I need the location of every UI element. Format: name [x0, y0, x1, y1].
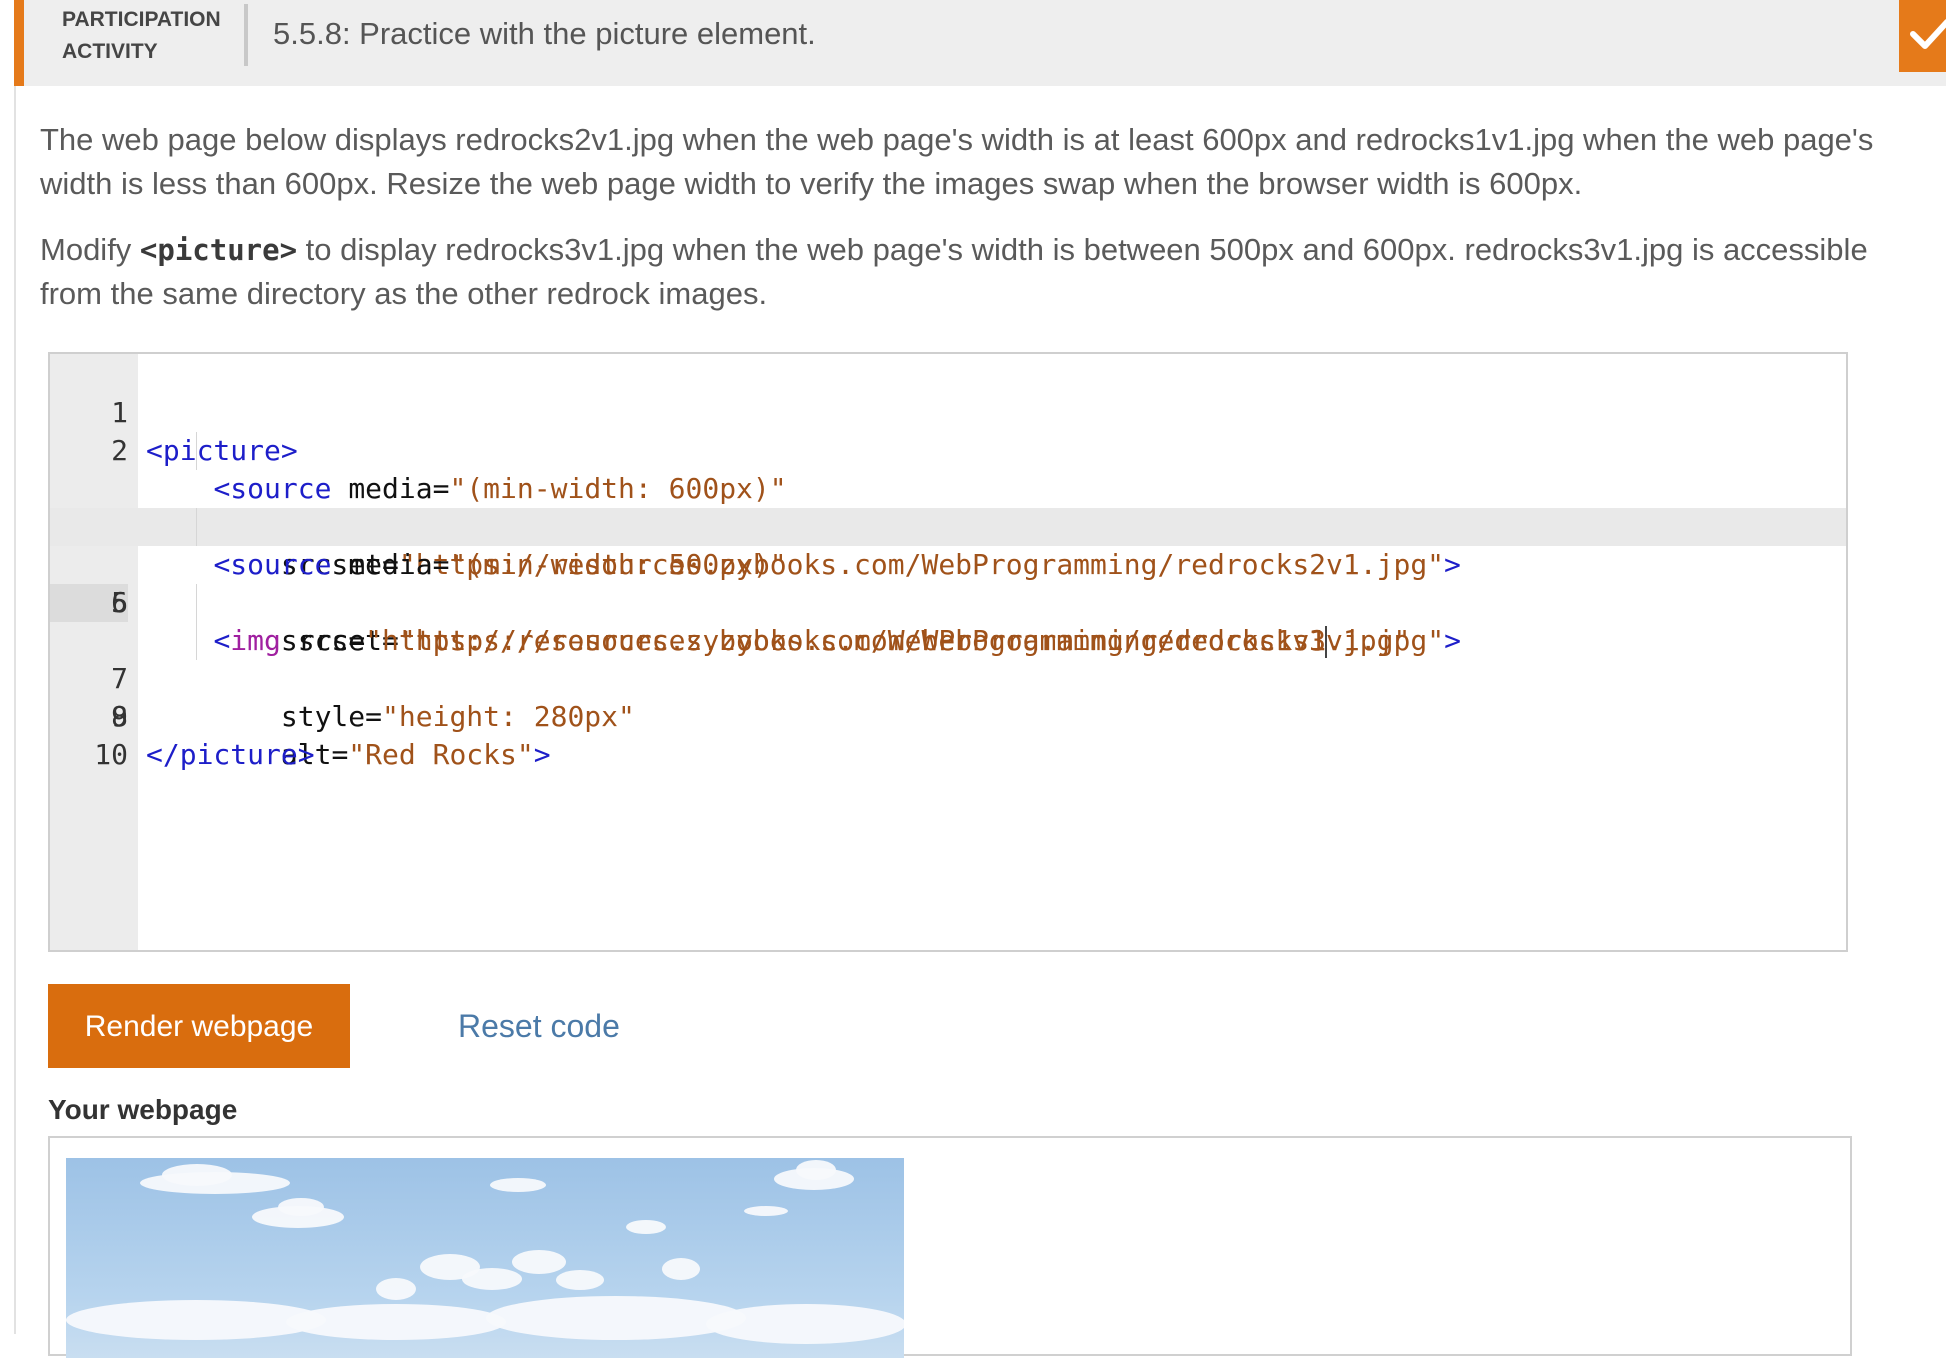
code-line[interactable]: 3 srcset="https://resources.zybooks.com/… [50, 432, 1846, 581]
render-webpage-button[interactable]: Render webpage [48, 984, 350, 1068]
code-line[interactable]: 2 <source media="(min-width: 600px)" [50, 394, 1846, 505]
code-line-active[interactable]: 5 srcset="https://resources.zybooks.com/… [50, 508, 1846, 658]
code-line[interactable]: 6 <img src="https://resources.zybooks.co… [50, 546, 1846, 657]
reset-code-link[interactable]: Reset code [458, 1004, 620, 1048]
red-rocks-image [66, 1158, 904, 1358]
checkmark-icon [1899, 0, 1946, 72]
code-token: "Red Rocks" [348, 738, 534, 771]
code-token: > [533, 738, 551, 771]
header-divider [244, 4, 248, 66]
completion-badge [1899, 0, 1946, 72]
code-token: </picture> [146, 738, 315, 771]
code-line[interactable]: 10 [50, 698, 1846, 771]
instructions-paragraph-1: The web page below displays redrocks2v1.… [40, 122, 1874, 201]
activity-header: PARTICIPATION ACTIVITY 5.5.8: Practice w… [14, 0, 1946, 86]
code-line[interactable]: 9 </picture> [50, 660, 1846, 771]
activity-type-line2: ACTIVITY [62, 40, 158, 63]
indent-guide [196, 584, 197, 622]
instructions-p2-lead: Modify [40, 232, 140, 267]
code-line[interactable]: 4 <source media="(min-width: 500px)" [50, 470, 1846, 581]
indent-guide [196, 508, 197, 546]
your-webpage-heading: Your webpage [48, 1094, 238, 1125]
activity-title: 5.5.8: Practice with the picture element… [273, 16, 816, 51]
activity-type-line1: PARTICIPATION [62, 8, 221, 31]
code-line[interactable]: 7 style="height: 280px" [50, 584, 1846, 733]
instructions-p2-rest: to display redrocks3v1.jpg when the web … [40, 232, 1868, 311]
activity-type-label: PARTICIPATION ACTIVITY [62, 4, 222, 68]
left-rule [14, 0, 16, 1334]
instructions-paragraph-2: Modify <picture> to display redrocks3v1.… [40, 228, 1900, 316]
line-number: 10 [94, 738, 128, 771]
indent-guide [196, 622, 197, 660]
picture-code-inline: <picture> [139, 233, 298, 267]
code-line[interactable]: 8 alt="Red Rocks"> [50, 622, 1846, 771]
code-editor[interactable]: 1 <picture> 2 <source media="(min-width:… [48, 352, 1848, 952]
webpage-preview-frame [48, 1136, 1852, 1358]
indent-guide [196, 432, 197, 470]
code-line[interactable]: 1 <picture> [50, 356, 1846, 467]
code-token: = [331, 738, 349, 771]
